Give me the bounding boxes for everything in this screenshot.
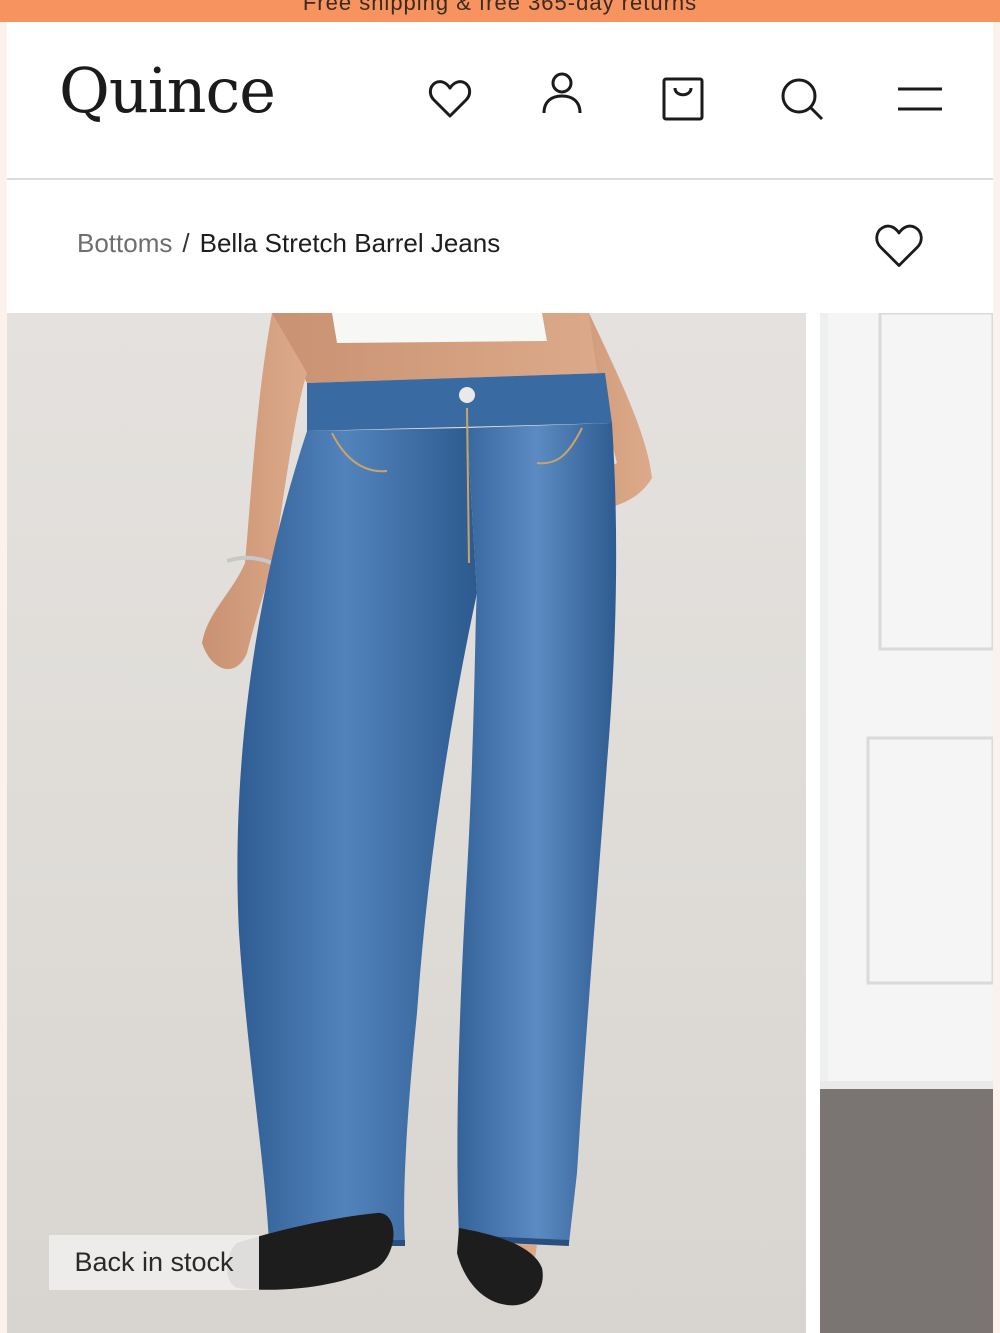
model-jeans-illustration <box>202 313 652 1306</box>
product-image-gallery[interactable]: Back in stock <box>7 313 993 1333</box>
breadcrumb-separator: / <box>182 228 190 258</box>
shopping-bag-icon[interactable] <box>658 74 708 124</box>
product-page: Free shipping & free 365-day returns Qui… <box>0 0 1000 1333</box>
door-photo-illustration <box>820 313 993 1333</box>
add-to-wishlist-heart-icon[interactable] <box>873 220 925 272</box>
user-icon[interactable] <box>537 68 587 118</box>
quince-logo[interactable]: Quince <box>59 60 276 122</box>
hamburger-menu-icon[interactable] <box>895 74 945 124</box>
search-icon[interactable] <box>777 74 827 124</box>
promo-text: Free shipping & free 365-day returns <box>302 0 698 15</box>
promo-banner[interactable]: Free shipping & free 365-day returns <box>0 0 1000 22</box>
breadcrumb-row: Bottoms / Bella Stretch Barrel Jeans <box>7 180 993 313</box>
back-in-stock-badge: Back in stock <box>49 1235 259 1290</box>
breadcrumb-link-bottoms[interactable]: Bottoms <box>77 228 172 258</box>
breadcrumb-current: Bella Stretch Barrel Jeans <box>199 228 501 258</box>
product-photo-secondary[interactable] <box>820 313 993 1333</box>
heart-icon[interactable] <box>425 74 475 124</box>
breadcrumb: Bottoms / Bella Stretch Barrel Jeans <box>77 228 500 259</box>
product-photo-main[interactable]: Back in stock <box>7 313 806 1333</box>
site-header: Quince <box>7 22 993 180</box>
